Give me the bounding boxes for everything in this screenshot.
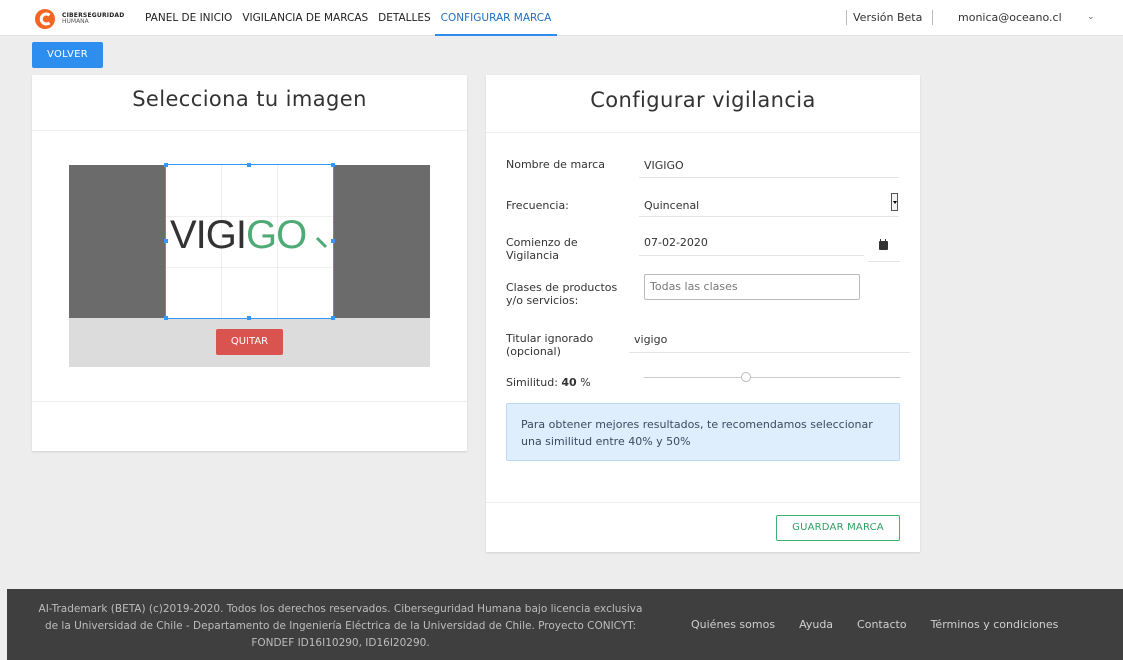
separator [932,10,933,25]
ciberseguridad-logo[interactable]: CIBERSEGURIDAD HUMANA [34,8,124,30]
calendar-icon[interactable] [879,239,888,250]
similarity-label: Similitud: 40 % [506,376,591,389]
save-brand-button[interactable]: GUARDAR MARCA [776,515,900,541]
logo-c-icon [34,8,58,30]
image-cropper[interactable]: VIGIGO QUITAR [69,163,430,367]
ignored-owner-field[interactable]: vigigo [634,333,667,346]
image-card: Selecciona tu imagen VIGIGO QUITAR [32,75,467,451]
footer-link-ayuda[interactable]: Ayuda [799,618,833,631]
similarity-unit: % [580,376,591,389]
crop-handle[interactable] [247,163,251,167]
start-date-input[interactable]: 07-02-2020 [644,236,708,249]
logo-text-dark: VIGI [170,213,247,257]
frequency-label: Frecuencia: [506,199,569,212]
top-navbar: CIBERSEGURIDAD HUMANA PANEL DE INICIO VI… [0,0,1123,36]
classes-input[interactable]: Todas las clases [644,274,860,300]
field-underline [639,216,899,217]
crop-handle[interactable] [164,239,168,243]
separator [846,10,847,25]
slider-thumb[interactable] [741,372,752,382]
main-nav: PANEL DE INICIO VIGILANCIA DE MARCAS DET… [145,0,567,36]
crop-handle[interactable] [164,163,168,167]
similarity-text: Similitud: [506,376,558,389]
magnifier-icon [315,236,328,249]
chevron-down-icon[interactable]: ⌄ [1087,12,1095,22]
footer-link-terminos[interactable]: Términos y condiciones [931,618,1059,631]
config-card-title: Configurar vigilancia [486,75,920,133]
footer-links: Quiénes somos Ayuda Contacto Términos y … [691,618,1082,631]
user-menu[interactable]: monica@oceano.cl [958,11,1062,24]
field-underline [629,352,910,353]
config-card: Configurar vigilancia Nombre de marca VI… [486,75,920,552]
back-button[interactable]: VOLVER [32,42,103,68]
logo-text-green: GO [246,213,307,257]
crop-handle[interactable] [247,316,251,320]
crop-handle[interactable] [331,239,335,243]
crop-box[interactable]: VIGIGO [164,163,335,320]
divider [486,502,920,503]
similarity-value: 40 [561,376,577,389]
image-card-title: Selecciona tu imagen [32,75,467,131]
frequency-select[interactable]: Quincenal [644,199,699,212]
logo-text: CIBERSEGURIDAD HUMANA [62,13,124,25]
classes-label: Clases de productos y/o servicios: [506,281,618,307]
field-underline [639,177,899,178]
footer-copyright: AI-Trademark (BETA) (c)2019-2020. Todos … [38,603,643,649]
brand-name-label: Nombre de marca [506,158,605,171]
crop-handle[interactable] [164,316,168,320]
nav-vigilancia-marcas[interactable]: VIGILANCIA DE MARCAS [242,0,368,36]
beta-label: Versión Beta [853,11,923,24]
page-footer: AI-Trademark (BETA) (c)2019-2020. Todos … [7,589,1123,660]
select-arrow-icon[interactable] [891,193,898,211]
field-underline [868,261,900,262]
footer-link-quienes-somos[interactable]: Quiénes somos [691,618,775,631]
similarity-slider[interactable] [644,377,900,378]
crop-handle[interactable] [331,316,335,320]
info-alert: Para obtener mejores resultados, te reco… [506,403,900,461]
nav-detalles[interactable]: DETALLES [378,0,431,36]
crop-handle[interactable] [331,163,335,167]
divider [32,401,467,402]
classes-placeholder: Todas las clases [650,280,738,293]
start-date-label: Comienzo de Vigilancia [506,236,578,262]
nav-configurar-marca[interactable]: CONFIGURAR MARCA [434,0,558,36]
ignored-owner-label: Titular ignorado (opcional) [506,332,594,358]
remove-image-button[interactable]: QUITAR [216,329,283,355]
nav-panel-inicio[interactable]: PANEL DE INICIO [145,0,232,36]
crop-guide [166,267,333,268]
logo-line2: HUMANA [62,18,89,25]
brand-logo-image: VIGIGO [170,213,307,258]
brand-name-field[interactable]: VIGIGO [644,159,684,172]
field-underline [639,255,864,256]
footer-link-contacto[interactable]: Contacto [857,618,907,631]
